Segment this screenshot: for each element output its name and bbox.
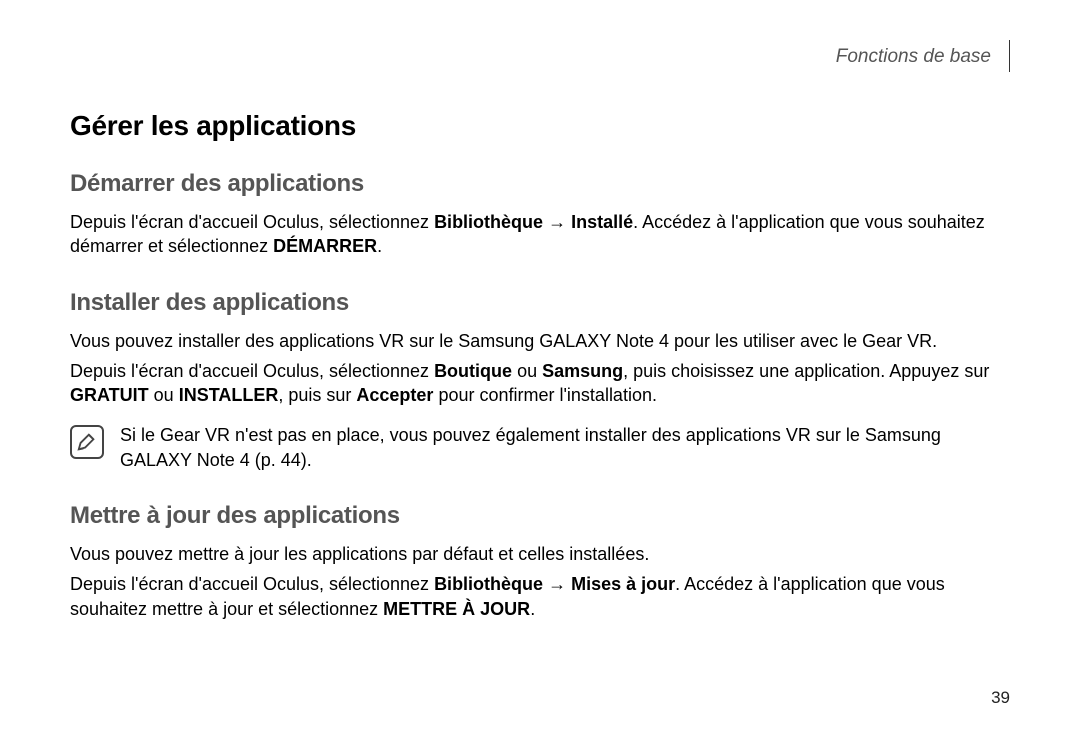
bold-text: Mises à jour: [571, 574, 675, 594]
section-installer: Installer des applications Vous pouvez i…: [70, 289, 1010, 472]
paragraph: Depuis l'écran d'accueil Oculus, sélecti…: [70, 572, 1010, 621]
text: .: [530, 599, 535, 619]
note-icon: [70, 425, 104, 459]
text: Depuis l'écran d'accueil Oculus, sélecti…: [70, 574, 434, 594]
bold-text: Bibliothèque: [434, 574, 543, 594]
bold-text: Installé: [571, 212, 633, 232]
heading-demarrer: Démarrer des applications: [70, 170, 1010, 198]
section-mettre-a-jour: Mettre à jour des applications Vous pouv…: [70, 502, 1010, 621]
pencil-note-icon: [76, 431, 98, 453]
arrow-text: →: [543, 574, 571, 594]
text: , puis sur: [278, 385, 356, 405]
bold-text: METTRE À JOUR: [383, 599, 530, 619]
page-title: Gérer les applications: [70, 110, 1010, 142]
heading-mettre-a-jour: Mettre à jour des applications: [70, 502, 1010, 530]
bold-text: GRATUIT: [70, 385, 149, 405]
page-header: Fonctions de base: [70, 40, 1010, 72]
arrow-text: →: [543, 212, 571, 232]
paragraph: Vous pouvez mettre à jour les applicatio…: [70, 542, 1010, 566]
bold-text: Samsung: [542, 361, 623, 381]
text: pour confirmer l'installation.: [433, 385, 657, 405]
text: Depuis l'écran d'accueil Oculus, sélecti…: [70, 212, 434, 232]
note-text: Si le Gear VR n'est pas en place, vous p…: [120, 423, 1010, 472]
note-block: Si le Gear VR n'est pas en place, vous p…: [70, 423, 1010, 472]
text: ou: [512, 361, 542, 381]
heading-installer: Installer des applications: [70, 289, 1010, 317]
section-demarrer: Démarrer des applications Depuis l'écran…: [70, 170, 1010, 259]
text: ou: [149, 385, 179, 405]
document-page: Fonctions de base Gérer les applications…: [0, 0, 1080, 621]
page-number: 39: [991, 688, 1010, 708]
paragraph: Depuis l'écran d'accueil Oculus, sélecti…: [70, 210, 1010, 259]
paragraph: Depuis l'écran d'accueil Oculus, sélecti…: [70, 359, 1010, 408]
text: , puis choisissez une application. Appuy…: [623, 361, 989, 381]
paragraph: Vous pouvez installer des applications V…: [70, 329, 1010, 353]
bold-text: Accepter: [356, 385, 433, 405]
section-name: Fonctions de base: [836, 40, 1010, 72]
text: Depuis l'écran d'accueil Oculus, sélecti…: [70, 361, 434, 381]
bold-text: INSTALLER: [179, 385, 279, 405]
bold-text: DÉMARRER: [273, 236, 377, 256]
text: .: [377, 236, 382, 256]
bold-text: Boutique: [434, 361, 512, 381]
bold-text: Bibliothèque: [434, 212, 543, 232]
